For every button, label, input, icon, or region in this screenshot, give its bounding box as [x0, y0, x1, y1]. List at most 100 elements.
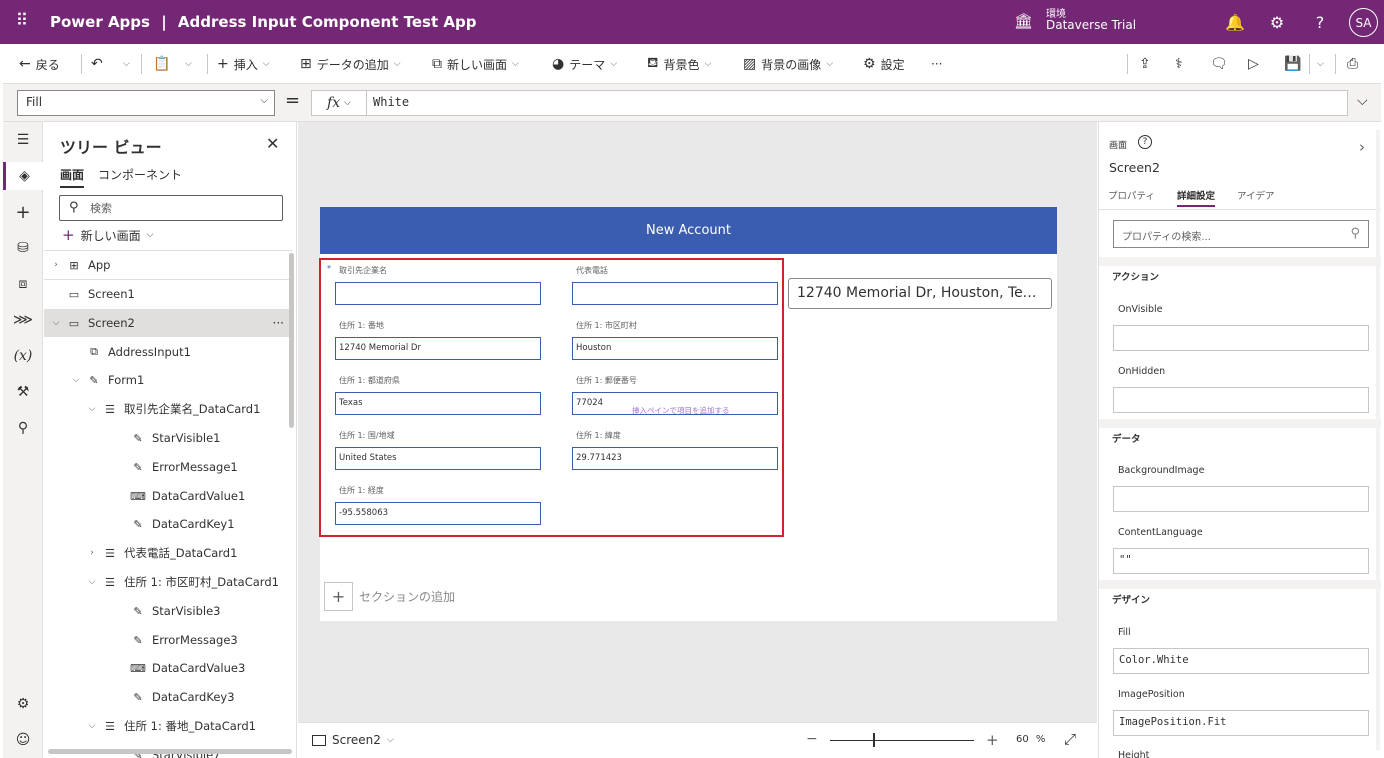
tree-item-control[interactable]: ⌨ DataCardValue1 [44, 482, 292, 510]
latitude-input[interactable]: 29.771423 [572, 447, 778, 470]
virtual-agent-icon[interactable]: ☺ [9, 726, 37, 754]
onhidden-input[interactable] [1113, 387, 1369, 413]
tab-screens[interactable]: 画面 [60, 166, 85, 188]
add-data-button[interactable]: ⊞ データの追加 ⌵ [300, 52, 401, 76]
tree-item-control[interactable]: ✎ StarVisible3 [44, 597, 292, 625]
tree-vertical-scrollbar[interactable] [289, 253, 294, 428]
expand-formula-chevron-icon[interactable]: ⌵ [1357, 93, 1368, 109]
tree-search-input[interactable]: ⚲ 検索 [59, 195, 283, 221]
tree-item-control[interactable]: ✎ StarVisible1 [44, 424, 292, 452]
advanced-tools-icon[interactable]: ⚒ [9, 378, 37, 406]
formula-input[interactable]: White [366, 90, 1348, 116]
background-image-button[interactable]: ▨ 背景の画像 ⌵ [743, 52, 833, 76]
fit-to-window-icon[interactable]: ⤢ [1064, 730, 1076, 748]
chevron-down-icon: ⌵ [826, 59, 834, 69]
data-cylinder-icon[interactable]: ⛁ [9, 234, 37, 262]
imageposition-input[interactable]: ImagePosition.Fit [1113, 710, 1369, 736]
paste-button[interactable]: 📋 [153, 52, 170, 76]
zoom-slider-track[interactable] [830, 740, 974, 741]
contentlanguage-input[interactable]: "" [1113, 548, 1369, 574]
undo-menu-button[interactable]: ⌵ [123, 52, 130, 76]
tab-ideas[interactable]: アイデア [1237, 188, 1275, 207]
new-screen-button[interactable]: + 新しい画面 ⌵ [62, 226, 153, 244]
main-phone-input[interactable] [572, 282, 778, 305]
tree-item-screen2[interactable]: ⌵ ▭ Screen2 ··· [44, 309, 292, 337]
help-question-icon[interactable]: ? [1138, 135, 1152, 149]
country-input[interactable]: United States [335, 447, 541, 470]
properties-scrollbar[interactable] [1376, 130, 1380, 750]
insert-button[interactable]: + 挿入 ⌵ [217, 52, 270, 76]
form-header-bar[interactable]: New Account [320, 207, 1057, 254]
backgroundimage-input[interactable] [1113, 486, 1369, 512]
save-menu-button[interactable]: ⌵ [1317, 52, 1324, 76]
zoom-in-button[interactable]: + [986, 731, 999, 749]
save-button[interactable]: 💾 [1284, 52, 1301, 76]
longitude-input[interactable]: -95.558063 [335, 502, 541, 525]
share-button[interactable]: ⇪ [1139, 52, 1151, 76]
tree-item-form1[interactable]: ⌵ ✎ Form1 [44, 366, 292, 394]
tree-item-addressinput1[interactable]: ⧉ AddressInput1 [44, 338, 292, 366]
background-color-button[interactable]: ⛾ 背景色 ⌵ [647, 52, 711, 76]
hamburger-menu-icon[interactable]: ☰ [9, 126, 37, 154]
new-screen-button[interactable]: ⧉ 新しい画面 ⌵ [432, 52, 519, 76]
fill-input[interactable]: Color.White [1113, 648, 1369, 674]
theme-button[interactable]: ◕ テーマ ⌵ [552, 52, 617, 76]
zoom-out-button[interactable]: − [806, 731, 818, 747]
insert-plus-icon[interactable]: + [9, 198, 37, 226]
tree-item-control[interactable]: ✎ DataCardKey3 [44, 683, 292, 711]
account-name-input[interactable] [335, 282, 541, 305]
zoom-slider-thumb[interactable] [873, 733, 876, 747]
city-input[interactable]: Houston [572, 337, 778, 360]
tab-components[interactable]: コンポーネント [98, 166, 182, 188]
help-question-icon[interactable]: ? [1308, 10, 1332, 34]
close-icon[interactable]: ✕ [266, 134, 279, 153]
screen-selector[interactable]: Screen2 ⌵ [312, 733, 394, 747]
arrow-left-icon: ← [19, 56, 31, 72]
tree-item-control[interactable]: ⌨ DataCardValue3 [44, 654, 292, 682]
tree-item-datacard[interactable]: ⌵ ☰ 取引先企業名_DataCard1 [44, 395, 292, 423]
settings-gear-icon[interactable]: ⚙ [1265, 10, 1289, 34]
collapse-chevron-icon[interactable]: › [1359, 138, 1365, 156]
tab-advanced[interactable]: 詳細設定 [1176, 188, 1215, 207]
function-button[interactable]: fx ⌵ [311, 90, 367, 116]
tree-item-control[interactable]: ✎ ErrorMessage1 [44, 453, 292, 481]
user-avatar[interactable]: SA [1349, 8, 1378, 37]
preview-button[interactable]: ▷ [1248, 52, 1259, 76]
environment-name[interactable]: Dataverse Trial [1046, 18, 1136, 32]
tree-item-screen1[interactable]: ▭ Screen1 [44, 280, 292, 308]
tree-item-app[interactable]: › ⊞ App [44, 251, 292, 279]
app-launcher-icon[interactable]: ⠿ [12, 11, 32, 31]
settings-button[interactable]: ⚙ 設定 [863, 52, 905, 76]
search-icon[interactable]: ⚲ [9, 414, 37, 442]
tab-properties[interactable]: プロパティ [1108, 188, 1155, 207]
tree-item-datacard[interactable]: › ☰ 代表電話_DataCard1 [44, 539, 292, 567]
paste-menu-button[interactable]: ⌵ [185, 52, 192, 76]
back-button[interactable]: ← 戻る [19, 52, 60, 76]
divider [1099, 209, 1381, 210]
tree-horizontal-scrollbar[interactable] [48, 749, 292, 754]
more-commands-button[interactable]: ··· [931, 52, 942, 76]
tree-view-layers-icon[interactable]: ◈ [3, 162, 43, 190]
tree-item-datacard[interactable]: ⌵ ☰ 住所 1: 番地_DataCard1 [44, 712, 292, 740]
more-options-icon[interactable]: ··· [273, 316, 284, 330]
state-input[interactable]: Texas [335, 392, 541, 415]
property-dropdown[interactable]: Fill ⌵ [17, 90, 275, 116]
comments-button[interactable]: 🗨 [1210, 52, 1228, 76]
tree-item-control[interactable]: ✎ DataCardKey1 [44, 510, 292, 538]
power-automate-icon[interactable]: ⋙ [9, 306, 37, 334]
variables-icon[interactable]: (x) [9, 342, 37, 370]
publish-button[interactable]: ⎙ [1347, 52, 1358, 76]
address-input-component[interactable]: 12740 Memorial Dr, Houston, Tex··· [788, 278, 1052, 309]
notifications-bell-icon[interactable]: 🔔 [1223, 10, 1247, 34]
app-checker-button[interactable]: ⚕ [1175, 52, 1183, 76]
property-search-input[interactable]: プロパティの検索... ⚲ [1113, 220, 1369, 248]
onvisible-input[interactable] [1113, 325, 1369, 351]
undo-button[interactable]: ↶ [91, 52, 103, 76]
settings-gear-icon[interactable]: ⚙ [9, 690, 37, 718]
chevron-down-icon: ⌵ [260, 95, 268, 106]
street-input[interactable]: 12740 Memorial Dr [335, 337, 541, 360]
media-icon[interactable]: ⧈ [9, 270, 37, 298]
add-section-button[interactable]: + セクションの追加 [324, 582, 455, 611]
tree-item-control[interactable]: ✎ ErrorMessage3 [44, 626, 292, 654]
tree-item-datacard[interactable]: ⌵ ☰ 住所 1: 市区町村_DataCard1 [44, 568, 292, 596]
